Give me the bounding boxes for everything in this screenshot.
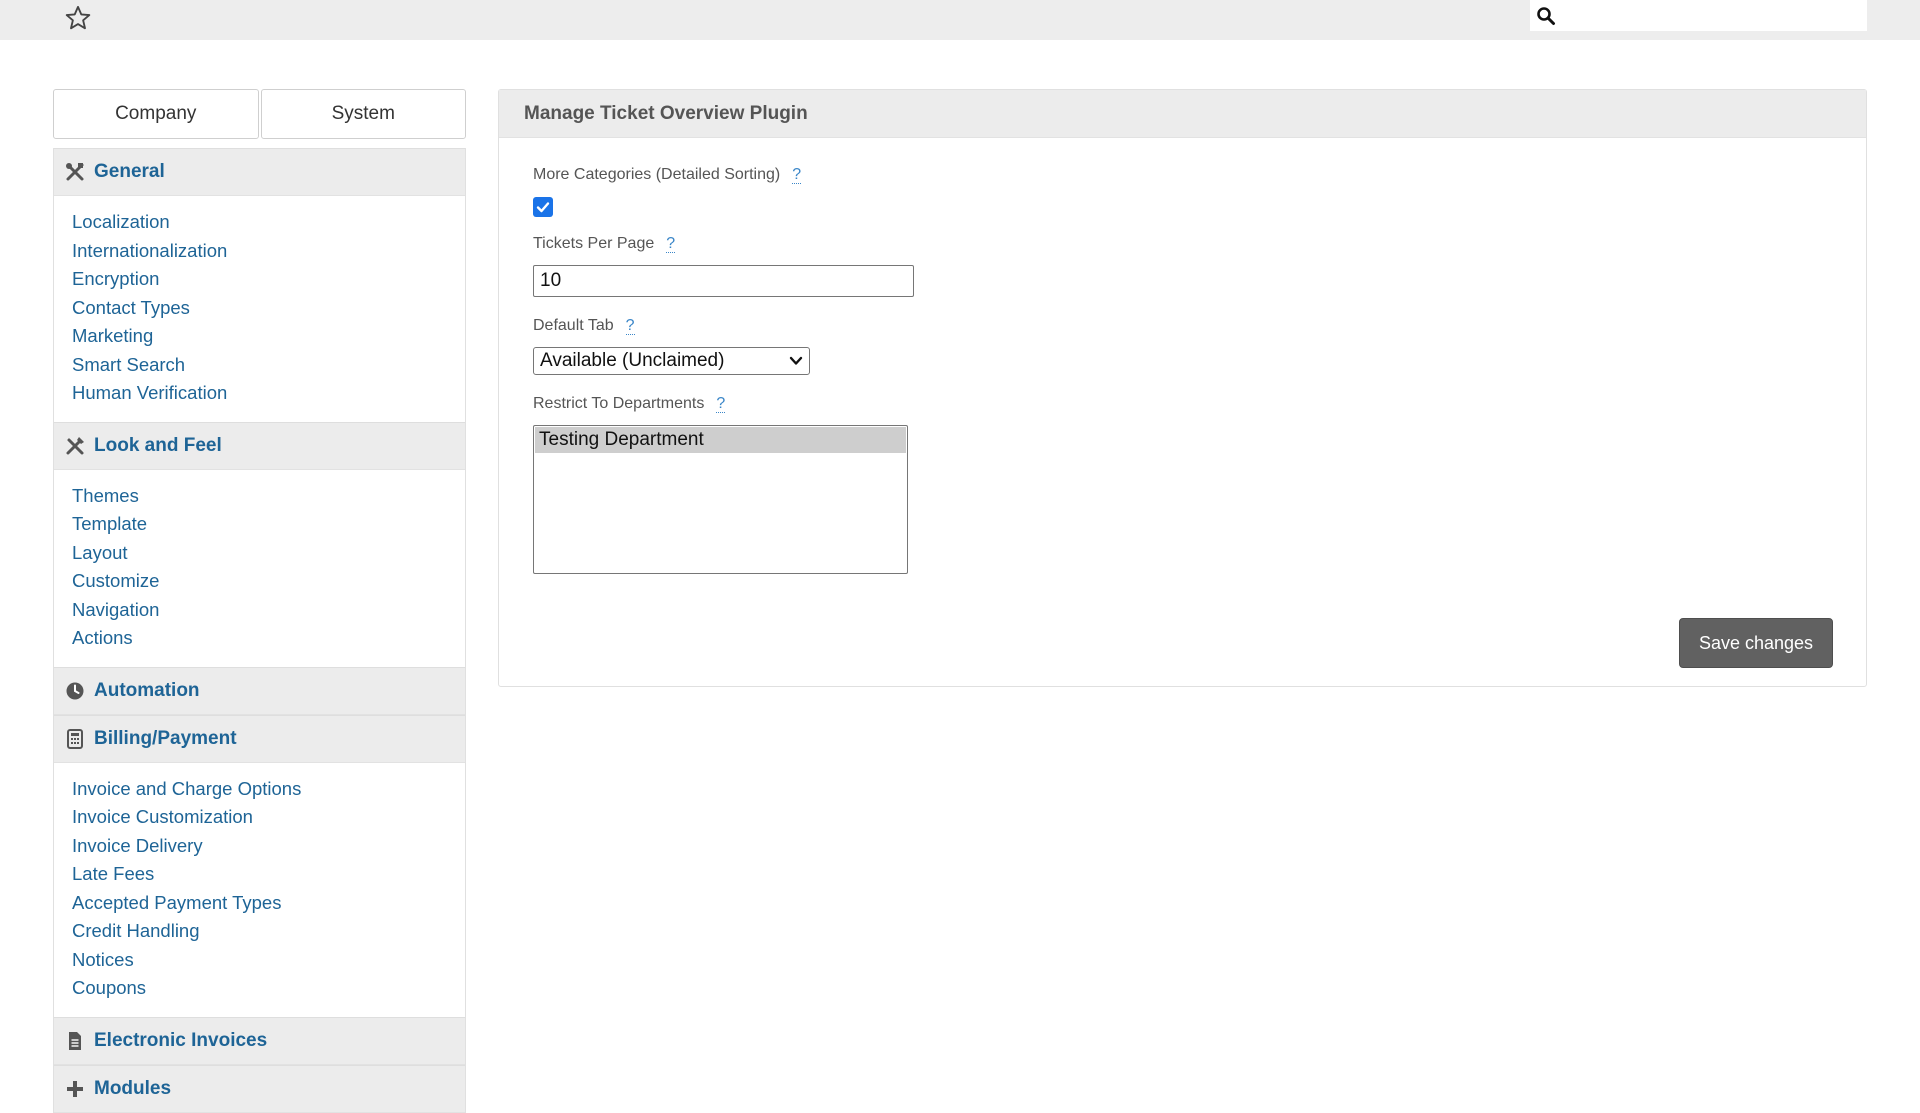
link-marketing[interactable]: Marketing <box>72 322 465 351</box>
link-coupons[interactable]: Coupons <box>72 974 465 1003</box>
link-invoice-customization[interactable]: Invoice Customization <box>72 803 465 832</box>
link-human-verification[interactable]: Human Verification <box>72 379 465 408</box>
tickets-per-page-label-text: Tickets Per Page <box>533 235 655 252</box>
chevron-down-icon <box>789 350 803 372</box>
more-categories-label-text: More Categories (Detailed Sorting) <box>533 166 781 183</box>
link-template[interactable]: Template <box>72 510 465 539</box>
search-icon[interactable] <box>1530 0 1562 31</box>
section-look-and-feel-links: Themes Template Layout Customize Navigat… <box>54 469 465 667</box>
settings-sidebar: Company System General Localization Inte… <box>53 89 466 1113</box>
link-invoice-and-charge-options[interactable]: Invoice and Charge Options <box>72 775 465 804</box>
more-categories-checkbox[interactable] <box>533 197 553 217</box>
tab-system[interactable]: System <box>260 89 466 139</box>
link-accepted-payment-types[interactable]: Accepted Payment Types <box>72 889 465 918</box>
link-credit-handling[interactable]: Credit Handling <box>72 917 465 946</box>
link-notices[interactable]: Notices <box>72 946 465 975</box>
restrict-departments-help-icon[interactable]: ? <box>716 395 726 413</box>
top-bar <box>0 0 1920 40</box>
default-tab-selected-value: Available (Unclaimed) <box>540 350 725 371</box>
favorite-star-icon[interactable] <box>62 2 94 34</box>
search-box <box>1530 0 1867 31</box>
link-navigation[interactable]: Navigation <box>72 596 465 625</box>
link-internationalization[interactable]: Internationalization <box>72 237 465 266</box>
restrict-departments-listbox[interactable]: Testing Department <box>533 425 908 574</box>
link-actions[interactable]: Actions <box>72 624 465 653</box>
section-general-label: General <box>94 161 165 182</box>
link-localization[interactable]: Localization <box>72 208 465 237</box>
calculator-icon <box>64 728 86 750</box>
section-general-links: Localization Internationalization Encryp… <box>54 196 465 422</box>
restrict-departments-label: Restrict To Departments ? <box>533 395 726 413</box>
restrict-departments-label-text: Restrict To Departments <box>533 395 705 412</box>
section-billing-payment-label: Billing/Payment <box>94 727 237 749</box>
section-look-and-feel[interactable]: Look and Feel <box>54 421 465 470</box>
link-themes[interactable]: Themes <box>72 482 465 511</box>
default-tab-select[interactable]: Available (Unclaimed) <box>533 347 810 375</box>
link-late-fees[interactable]: Late Fees <box>72 860 465 889</box>
link-layout[interactable]: Layout <box>72 539 465 568</box>
clock-icon <box>64 680 86 702</box>
section-automation-label: Automation <box>94 679 200 701</box>
search-input[interactable] <box>1562 1 1867 30</box>
link-customize[interactable]: Customize <box>72 567 465 596</box>
default-tab-label: Default Tab ? <box>533 317 635 335</box>
sidebar-nav: General Localization Internationalizatio… <box>53 148 466 1113</box>
section-electronic-invoices-label: Electronic Invoices <box>94 1029 268 1051</box>
save-changes-button[interactable]: Save changes <box>1679 618 1833 668</box>
panel-title: Manage Ticket Overview Plugin <box>499 90 1866 138</box>
tab-company[interactable]: Company <box>53 89 259 139</box>
default-tab-help-icon[interactable]: ? <box>625 317 635 335</box>
default-tab-label-text: Default Tab <box>533 317 614 334</box>
link-contact-types[interactable]: Contact Types <box>72 294 465 323</box>
section-look-and-feel-label: Look and Feel <box>94 434 222 456</box>
tickets-per-page-input[interactable]: 10 <box>533 265 914 297</box>
section-modules-label: Modules <box>94 1077 172 1099</box>
section-automation[interactable]: Automation <box>54 666 465 715</box>
plugin-settings-panel: Manage Ticket Overview Plugin More Categ… <box>498 89 1867 687</box>
checkmark-icon <box>536 202 550 213</box>
document-icon <box>64 1030 86 1052</box>
link-encryption[interactable]: Encryption <box>72 265 465 294</box>
link-invoice-delivery[interactable]: Invoice Delivery <box>72 832 465 861</box>
section-general[interactable]: General <box>54 148 465 196</box>
link-smart-search[interactable]: Smart Search <box>72 351 465 380</box>
tools-icon <box>64 161 86 183</box>
tickets-per-page-label: Tickets Per Page ? <box>533 235 676 253</box>
section-electronic-invoices[interactable]: Electronic Invoices <box>54 1016 465 1065</box>
more-categories-label: More Categories (Detailed Sorting) ? <box>533 166 802 184</box>
more-categories-help-icon[interactable]: ? <box>792 166 802 184</box>
department-option[interactable]: Testing Department <box>535 427 906 453</box>
tickets-per-page-help-icon[interactable]: ? <box>666 235 676 253</box>
section-billing-payment-links: Invoice and Charge Options Invoice Custo… <box>54 762 465 1017</box>
sidebar-tabs: Company System <box>53 89 466 139</box>
section-billing-payment[interactable]: Billing/Payment <box>54 714 465 763</box>
plus-icon <box>64 1078 86 1100</box>
section-modules[interactable]: Modules <box>54 1064 465 1113</box>
paint-tools-icon <box>64 435 86 457</box>
